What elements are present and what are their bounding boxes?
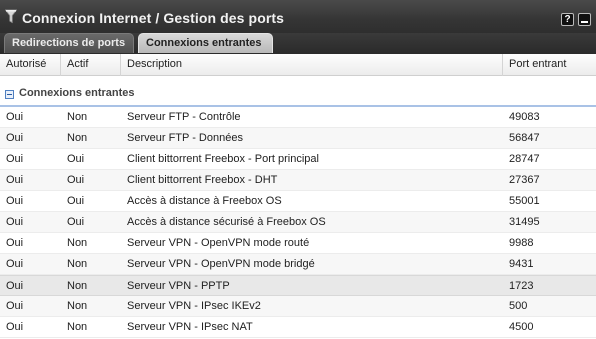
cell-description: Accès à distance à Freebox OS (127, 195, 282, 207)
column-header-actif[interactable]: Actif (61, 54, 121, 76)
cell-port-entrant: 9988 (509, 237, 534, 249)
ports-table: Autorisé Actif Description Port entrant … (0, 54, 596, 339)
cell-port-entrant: 31495 (509, 216, 540, 228)
cell-autorise: Oui (6, 195, 24, 207)
table-row[interactable]: Oui Oui Client bittorrent Freebox - Port p… (0, 149, 596, 170)
cell-autorise: Oui (6, 153, 24, 165)
cell-autorise: Oui (6, 258, 24, 270)
group-label: Connexions entrantes (19, 87, 135, 99)
cell-autorise: Oui (6, 216, 24, 228)
cell-actif: Non (67, 132, 88, 144)
table-row[interactable]: Oui Non Serveur FTP - Données 56847 (0, 128, 596, 149)
cell-actif: Oui (67, 153, 85, 165)
cell-port-entrant: 55001 (509, 195, 540, 207)
minimize-icon[interactable] (578, 13, 591, 26)
cell-port-entrant: 4500 (509, 321, 534, 333)
cell-actif: Oui (67, 174, 85, 186)
cell-description: Accès à distance sécurisé à Freebox OS (127, 216, 326, 228)
table-row[interactable]: Oui Oui Accès à distance à Freebox OS 55001 (0, 191, 596, 212)
table-row[interactable]: Oui Non Serveur VPN - IPsec NAT 4500 (0, 317, 596, 338)
table-row[interactable]: Oui Non Serveur VPN - OpenVPN mode bridgé 9… (0, 254, 596, 275)
table-row[interactable]: Oui Non Serveur VPN - OpenVPN mode routé 99… (0, 233, 596, 254)
cell-description: Client bittorrent Freebox - DHT (127, 174, 278, 186)
collapse-minus-icon[interactable] (5, 90, 14, 99)
group-header[interactable]: Connexions entrantes (0, 76, 596, 107)
cell-actif: Non (67, 300, 88, 312)
cell-description: Serveur VPN - PPTP (127, 280, 230, 292)
cell-actif: Non (67, 280, 88, 292)
cell-port-entrant: 49083 (509, 111, 540, 123)
column-header-autorise[interactable]: Autorisé (0, 54, 61, 76)
cell-autorise: Oui (6, 300, 24, 312)
cell-port-entrant: 56847 (509, 132, 540, 144)
cell-autorise: Oui (6, 132, 24, 144)
cell-port-entrant: 1723 (509, 280, 534, 292)
tab-redirections-de-ports[interactable]: Redirections de ports (4, 33, 134, 53)
table-row[interactable]: Oui Non Serveur VPN - PPTP 1723 (0, 275, 596, 296)
table-row[interactable]: Oui Non Serveur FTP - Contrôle 49083 (0, 107, 596, 128)
cell-description: Serveur VPN - IPsec NAT (127, 321, 253, 333)
table-row[interactable]: Oui Oui Accès à distance sécurisé à Freebo… (0, 212, 596, 233)
tab-bar: Redirections de ports Connexions entrant… (0, 33, 596, 54)
column-header-description[interactable]: Description (121, 54, 503, 76)
cell-description: Serveur VPN - IPsec IKEv2 (127, 300, 261, 312)
port-management-window: Connexion Internet / Gestion des ports ?… (0, 0, 596, 339)
cell-port-entrant: 500 (509, 300, 528, 312)
cell-description: Serveur VPN - OpenVPN mode routé (127, 237, 310, 249)
table-row[interactable]: Oui Oui Client bittorrent Freebox - DHT 273… (0, 170, 596, 191)
cell-actif: Oui (67, 216, 85, 228)
cell-description: Serveur FTP - Contrôle (127, 111, 241, 123)
cell-autorise: Oui (6, 280, 24, 292)
cell-port-entrant: 9431 (509, 258, 534, 270)
funnel-icon (5, 9, 17, 24)
table-header: Autorisé Actif Description Port entrant (0, 54, 596, 76)
tab-connexions-entrantes[interactable]: Connexions entrantes (138, 33, 273, 53)
cell-port-entrant: 28747 (509, 153, 540, 165)
cell-autorise: Oui (6, 111, 24, 123)
cell-actif: Non (67, 237, 88, 249)
cell-actif: Non (67, 258, 88, 270)
cell-autorise: Oui (6, 237, 24, 249)
help-icon[interactable]: ? (561, 13, 574, 26)
cell-description: Serveur FTP - Données (127, 132, 243, 144)
cell-actif: Non (67, 321, 88, 333)
window-titlebar[interactable]: Connexion Internet / Gestion des ports ? (0, 0, 596, 33)
cell-port-entrant: 27367 (509, 174, 540, 186)
window-title: Connexion Internet / Gestion des ports (22, 10, 285, 26)
cell-description: Serveur VPN - OpenVPN mode bridgé (127, 258, 315, 270)
table-row[interactable]: Oui Non Serveur VPN - IPsec IKEv2 500 (0, 296, 596, 317)
cell-autorise: Oui (6, 321, 24, 333)
cell-autorise: Oui (6, 174, 24, 186)
cell-actif: Non (67, 111, 88, 123)
column-header-port-entrant[interactable]: Port entrant (503, 54, 596, 76)
cell-actif: Oui (67, 195, 85, 207)
cell-description: Client bittorrent Freebox - Port princip… (127, 153, 319, 165)
